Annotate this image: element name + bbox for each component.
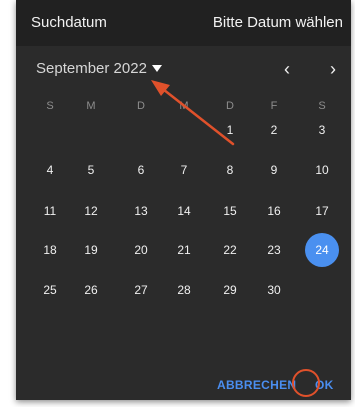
- annotation-arrow: [151, 80, 235, 146]
